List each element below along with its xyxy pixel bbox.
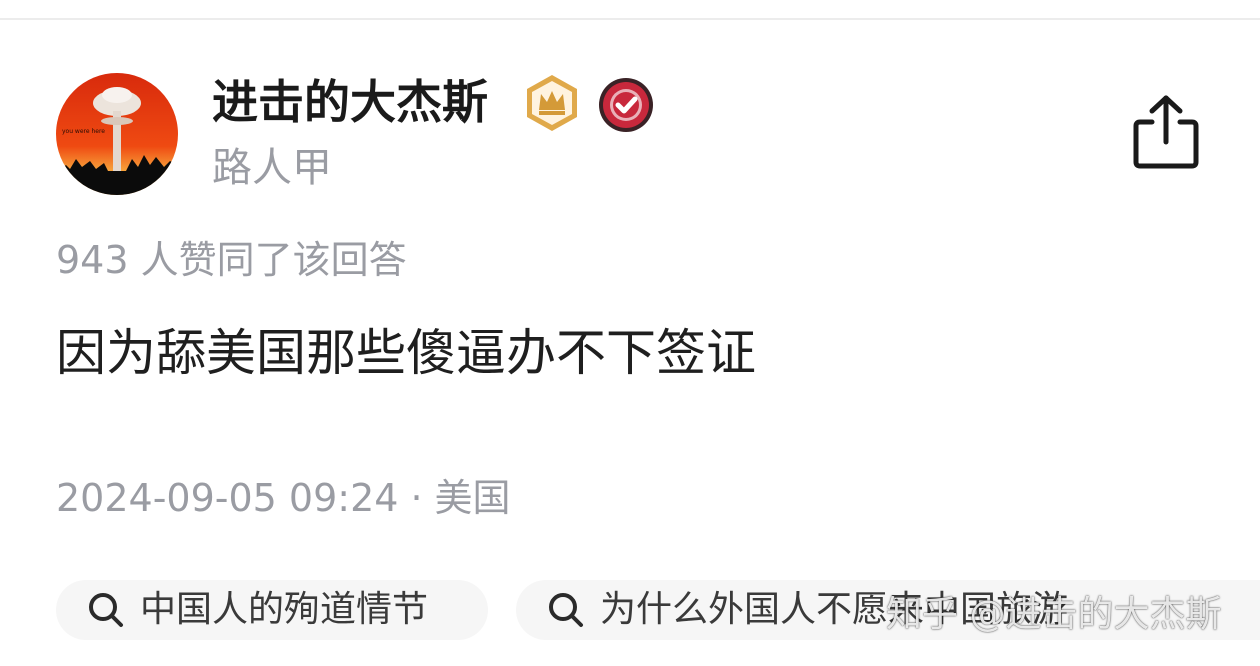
avatar[interactable]: you were here xyxy=(56,73,178,195)
answer-datetime: 2024-09-05 09:24 xyxy=(56,476,399,520)
share-button[interactable] xyxy=(1130,92,1202,172)
related-search-label: 中国人的殉道情节 xyxy=(140,589,429,630)
top-bar xyxy=(0,0,1260,20)
vote-count: 943 人赞同了该回答 xyxy=(56,238,407,282)
answer-location: 美国 xyxy=(434,476,511,520)
answer-meta: 2024-09-05 09:24 · 美国 xyxy=(56,470,511,526)
meta-separator: · xyxy=(410,476,423,520)
search-icon xyxy=(549,593,583,627)
share-icon xyxy=(1133,95,1199,169)
avatar-image: you were here xyxy=(56,73,178,195)
author-title: 路人甲 xyxy=(212,145,332,191)
verified-badge-icon[interactable] xyxy=(597,76,655,134)
related-search-pill[interactable]: 中国人的殉道情节 xyxy=(56,580,488,640)
search-icon xyxy=(89,593,123,627)
answer-content[interactable]: 因为舔美国那些傻逼办不下签证 xyxy=(56,318,756,388)
crown-badge-icon[interactable] xyxy=(522,72,582,134)
related-search-label: 为什么外国人不愿来中国旅游 xyxy=(600,589,1069,630)
avatar-caption: you were here xyxy=(62,128,105,135)
author-name[interactable]: 进击的大杰斯 xyxy=(212,72,488,132)
related-search-pill[interactable]: 为什么外国人不愿来中国旅游 xyxy=(516,580,1260,640)
